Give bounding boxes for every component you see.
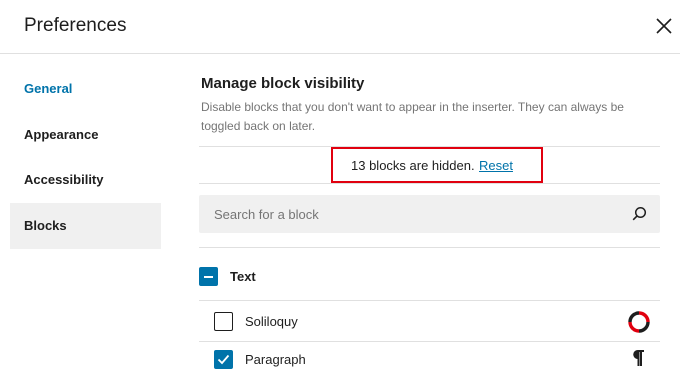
paragraph-checkbox[interactable] [214, 350, 233, 369]
divider [199, 247, 660, 248]
section-description: Disable blocks that you don't want to ap… [201, 100, 624, 133]
reset-link[interactable]: Reset [479, 158, 513, 173]
category-text-checkbox[interactable] [199, 267, 218, 286]
hidden-blocks-notice: 13 blocks are hidden. Reset [199, 146, 660, 184]
soliloquy-label: Soliloquy [245, 314, 298, 329]
hidden-count-text: 13 blocks are hidden. [351, 158, 475, 173]
block-search [199, 195, 660, 233]
tab-accessibility[interactable]: Accessibility [10, 157, 161, 203]
close-icon [656, 18, 672, 34]
tab-appearance[interactable]: Appearance [10, 112, 161, 158]
tab-general[interactable]: General [10, 66, 161, 112]
checkmark-icon [217, 354, 230, 365]
soliloquy-logo-icon [628, 311, 650, 333]
divider [199, 341, 660, 342]
modal-title: Preferences [24, 15, 127, 36]
preferences-sidebar: General Appearance Accessibility Blocks [0, 55, 171, 380]
modal-header: Preferences [0, 0, 680, 54]
section-title: Manage block visibility [201, 75, 365, 92]
search-icon [632, 206, 647, 221]
paragraph-icon [633, 349, 644, 366]
search-input[interactable] [199, 195, 619, 233]
close-button[interactable] [652, 14, 676, 38]
category-text-label: Text [230, 269, 256, 284]
divider [199, 300, 660, 301]
paragraph-label: Paragraph [245, 352, 306, 367]
tab-blocks[interactable]: Blocks [10, 203, 161, 249]
soliloquy-checkbox[interactable] [214, 312, 233, 331]
